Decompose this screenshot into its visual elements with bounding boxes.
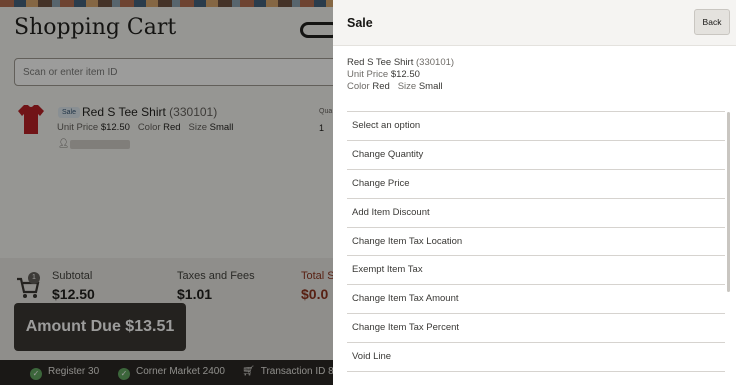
summary-item-sku: (330101) [416, 57, 455, 68]
drawer-title: Sale [347, 16, 373, 30]
option-change-price[interactable]: Change Price [347, 170, 725, 199]
summary-unit-price-label: Unit Price [347, 69, 389, 80]
summary-unit-price: $12.50 [390, 69, 420, 80]
item-summary: Red S Tee Shirt (330101) Unit Price $12.… [347, 57, 454, 93]
option-list-scrollbar[interactable] [727, 112, 730, 292]
option-add-item-discount[interactable]: Add Item Discount [347, 199, 725, 228]
option-change-quantity[interactable]: Change Quantity [347, 141, 725, 170]
drawer-header: Sale Back [333, 0, 736, 46]
summary-size: Small [418, 81, 443, 92]
option-change-item-tax-location[interactable]: Change Item Tax Location [347, 228, 725, 257]
option-exempt-item-tax[interactable]: Exempt Item Tax [347, 256, 725, 286]
summary-color-label: Color [347, 81, 370, 92]
sale-line-drawer: Sale Back Red S Tee Shirt (330101) Unit … [333, 0, 736, 385]
option-list: Select an option Change Quantity Change … [347, 111, 725, 373]
summary-price-line: Unit Price $12.50 [347, 69, 454, 81]
summary-color: Red [372, 81, 390, 92]
option-void-line[interactable]: Void Line [347, 343, 725, 373]
summary-item-name: Red S Tee Shirt [347, 57, 414, 68]
option-change-item-tax-percent[interactable]: Change Item Tax Percent [347, 314, 725, 344]
option-list-header: Select an option [347, 112, 725, 141]
summary-name-line: Red S Tee Shirt (330101) [347, 57, 454, 69]
back-button[interactable]: Back [694, 9, 730, 35]
option-change-item-tax-amount[interactable]: Change Item Tax Amount [347, 285, 725, 315]
summary-size-label: Size [397, 81, 417, 92]
summary-attr-line: Color Red Size Small [347, 81, 454, 93]
